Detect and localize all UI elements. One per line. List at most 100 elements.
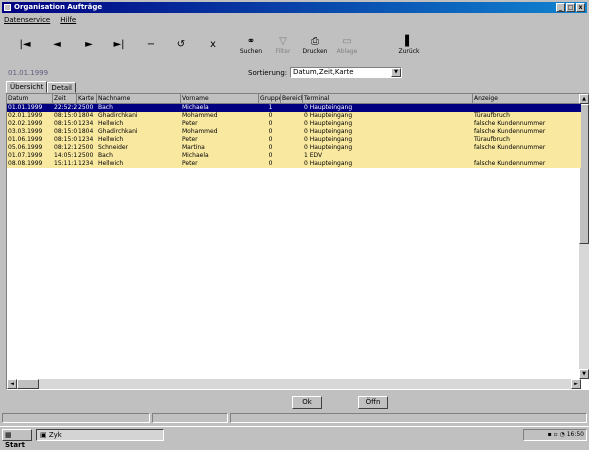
start-button[interactable]: ▦ Start bbox=[2, 429, 32, 449]
table-cell: Peter bbox=[182, 160, 198, 167]
table-row[interactable]: 01.01.1999 22:52:252500 Bach Michaela 1 0 Hau… bbox=[7, 104, 581, 112]
table-cell: 0 bbox=[268, 136, 273, 143]
column-header[interactable]: Terminal bbox=[303, 94, 473, 104]
table-cell: falsche Kundennummer bbox=[474, 120, 546, 127]
table-cell: 0 Haupteingang bbox=[304, 144, 353, 151]
taskbar-app-label: Zyk bbox=[48, 431, 62, 439]
table-cell: Michaela bbox=[182, 152, 209, 159]
ok-button[interactable]: Ok bbox=[292, 396, 322, 409]
taskbar-app-button[interactable]: ▣ Zyk bbox=[36, 429, 164, 441]
maximize-button[interactable]: □ bbox=[566, 3, 575, 12]
table-cell: 1 bbox=[268, 104, 273, 111]
data-grid: Datum Zeit Karte Nachname Vorname Gruppe Berei… bbox=[6, 93, 589, 390]
delete-button[interactable]: − bbox=[137, 28, 165, 62]
column-header[interactable]: Zeit bbox=[53, 94, 77, 104]
zurück-button[interactable]: ▌ Zurück bbox=[395, 28, 423, 62]
status-panel bbox=[2, 413, 150, 423]
filter-button[interactable]: ▽ Filter bbox=[269, 28, 297, 62]
table-cell bbox=[281, 152, 303, 160]
table-cell: 0 bbox=[268, 112, 273, 119]
table-cell: Bach bbox=[98, 152, 113, 159]
column-header[interactable]: Nachname bbox=[97, 94, 181, 104]
sort-label: Sortierung: bbox=[248, 69, 288, 77]
table-cell: Schneider bbox=[98, 144, 129, 151]
table-cell: 0 bbox=[268, 128, 273, 135]
refresh-button[interactable]: ↺ bbox=[167, 28, 195, 62]
table-cell: 0 bbox=[268, 152, 273, 159]
table-row[interactable]: 05.06.1999 08:12:132500 Schneider Martina 0 0… bbox=[7, 144, 581, 152]
open-button[interactable]: Öffn bbox=[358, 396, 388, 409]
horizontal-scrollbar[interactable]: ◄ ► bbox=[7, 379, 581, 389]
menu-hilfe[interactable]: Hilfe bbox=[60, 15, 76, 26]
table-cell: 2500 bbox=[78, 104, 94, 111]
table-cell: 05.06.1999 bbox=[8, 144, 43, 151]
delete-icon: − bbox=[146, 39, 156, 50]
scroll-up-icon[interactable]: ▲ bbox=[579, 94, 589, 104]
table-cell bbox=[281, 144, 303, 152]
table-row[interactable]: 02.02.1999 08:15:031234 Hellwich Peter 0 0 Ha… bbox=[7, 120, 581, 128]
column-header[interactable]: Bereich bbox=[281, 94, 303, 104]
table-row[interactable]: 02.01.1999 08:15:031804 Ghadirchkani Mohamm… bbox=[7, 112, 581, 120]
column-header[interactable]: Gruppe bbox=[259, 94, 281, 104]
column-header[interactable]: Datum bbox=[7, 94, 53, 104]
suchen-button[interactable]: ⚭ Suchen bbox=[237, 28, 265, 62]
table-row[interactable]: 01.07.1999 14:05:162500 Bach Michaela 0 1 EDV bbox=[7, 152, 581, 160]
ablage-button[interactable]: ▭ Ablage bbox=[333, 28, 361, 62]
table-cell: 22:52:25 bbox=[54, 104, 77, 111]
title-bar[interactable]: Organisation Aufträge _ □ x bbox=[2, 2, 587, 13]
table-cell: Mohammed bbox=[182, 128, 218, 135]
table-cell: 08:15:03 bbox=[54, 120, 77, 127]
table-cell: 0 Haupteingang bbox=[304, 136, 353, 143]
table-cell: Ghadirchkani bbox=[98, 112, 138, 119]
taskbar: ▦ Start ▣ Zyk ▪ ▫ ◔ 16:50 bbox=[0, 426, 589, 449]
table-cell: Ghadirchkani bbox=[98, 128, 138, 135]
last-button[interactable]: ►| bbox=[105, 28, 133, 62]
table-cell bbox=[281, 136, 303, 144]
table-cell bbox=[473, 152, 581, 160]
cancel-button[interactable]: x bbox=[199, 28, 227, 62]
status-bar bbox=[2, 413, 587, 423]
scroll-down-icon[interactable]: ▼ bbox=[579, 369, 589, 379]
drucken-button[interactable]: ⎙ Drucken bbox=[301, 28, 329, 62]
table-cell: 1 EDV bbox=[304, 152, 323, 159]
table-cell: 08:12:13 bbox=[54, 144, 77, 151]
tab-detail[interactable]: Detail bbox=[47, 82, 76, 93]
close-button[interactable]: x bbox=[576, 3, 585, 12]
sort-value: Datum,Zeit,Karte bbox=[293, 68, 354, 76]
scroll-right-icon[interactable]: ► bbox=[571, 379, 581, 389]
table-cell: 2500 bbox=[78, 152, 94, 159]
first-button[interactable]: |◄ bbox=[11, 28, 39, 62]
grid-header: Datum Zeit Karte Nachname Vorname Gruppe Berei… bbox=[7, 94, 581, 104]
table-cell: 08:15:03 bbox=[54, 128, 77, 135]
table-cell: Türaufbruch bbox=[474, 136, 510, 143]
filter-icon: ▽ bbox=[279, 35, 287, 47]
table-cell: 01.06.1999 bbox=[8, 136, 43, 143]
window-title: Organisation Aufträge bbox=[14, 3, 103, 11]
sort-select[interactable]: Datum,Zeit,Karte ▼ bbox=[290, 67, 402, 78]
table-cell: 02.01.1999 bbox=[8, 112, 43, 119]
table-row[interactable]: 08.08.1999 15:11:101234 Hellwich Peter 0 0 Ha… bbox=[7, 160, 581, 168]
horizontal-scroll-thumb[interactable] bbox=[17, 379, 39, 389]
refresh-icon: ↺ bbox=[176, 39, 186, 50]
table-cell: Michaela bbox=[182, 104, 209, 111]
column-header[interactable]: Karte bbox=[77, 94, 97, 104]
table-cell: Hellwich bbox=[98, 160, 124, 167]
last-icon: ►| bbox=[113, 39, 125, 50]
table-cell: 0 Haupteingang bbox=[304, 128, 353, 135]
next-button[interactable]: ► bbox=[75, 28, 103, 62]
scroll-left-icon[interactable]: ◄ bbox=[7, 379, 17, 389]
app-icon[interactable] bbox=[4, 4, 11, 11]
table-row[interactable]: 01.06.1999 08:15:031234 Hellwich Peter 0 0 Ha… bbox=[7, 136, 581, 144]
minimize-button[interactable]: _ bbox=[556, 3, 565, 12]
tray-icons[interactable]: ▪ ▫ ◔ bbox=[548, 431, 567, 438]
table-cell: 1234 bbox=[78, 136, 94, 143]
column-header[interactable]: Vorname bbox=[181, 94, 259, 104]
door-icon: ▌ bbox=[405, 35, 413, 47]
chevron-down-icon[interactable]: ▼ bbox=[391, 68, 401, 77]
menu-datenservice[interactable]: Datenservice bbox=[4, 15, 50, 26]
tab-overview[interactable]: Übersicht bbox=[6, 81, 48, 93]
column-header[interactable]: Anzeige bbox=[473, 94, 581, 104]
prev-button[interactable]: ◄ bbox=[43, 28, 71, 62]
table-row[interactable]: 03.03.1999 08:15:031804 Ghadirchkani Mohamm… bbox=[7, 128, 581, 136]
toolbar-button-label: Filter bbox=[275, 47, 291, 55]
